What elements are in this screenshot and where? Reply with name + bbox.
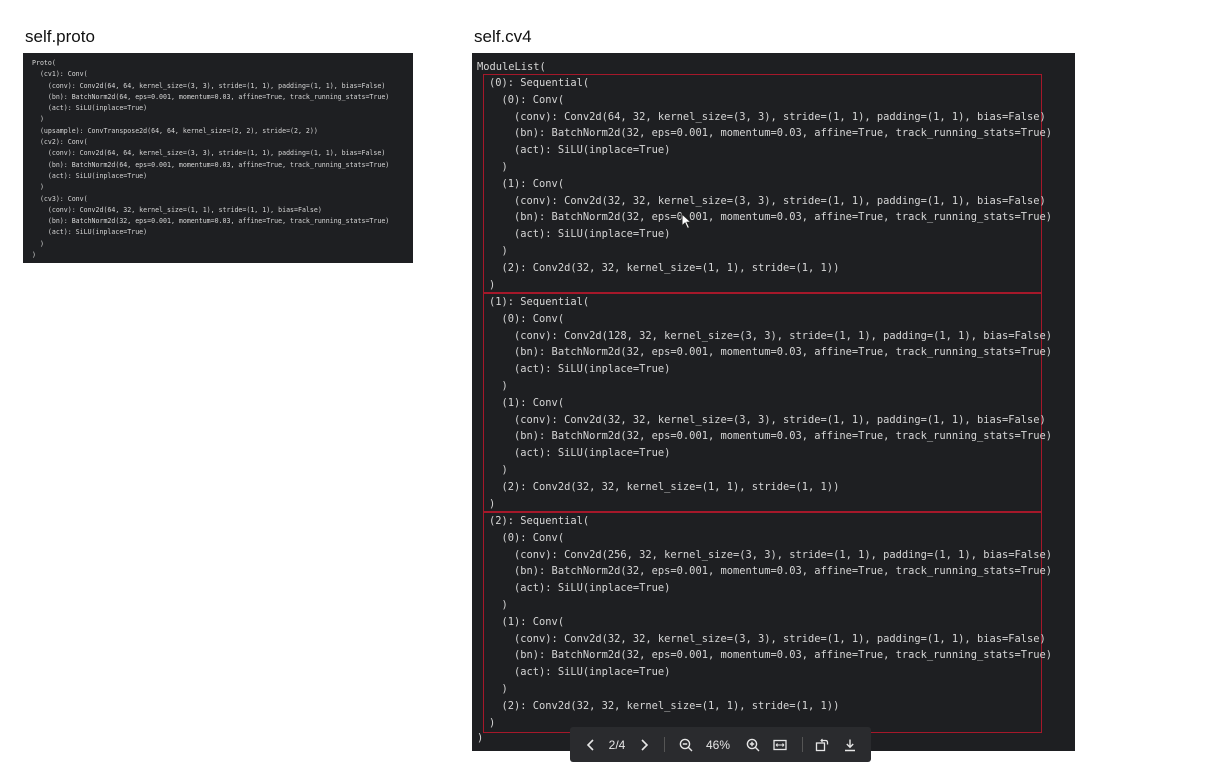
toolbar-divider bbox=[664, 737, 665, 752]
download-button[interactable] bbox=[840, 727, 860, 762]
page-indicator: 2/4 bbox=[608, 737, 626, 752]
download-icon bbox=[845, 739, 855, 751]
toolbar-divider bbox=[802, 737, 803, 752]
sequential-block-0-text: (0): Sequential( (0): Conv( (conv): Conv… bbox=[489, 77, 1053, 291]
rotate-button[interactable] bbox=[812, 727, 832, 762]
sequential-block-2: (2): Sequential( (0): Conv( (conv): Conv… bbox=[483, 512, 1052, 733]
zoom-out-button[interactable] bbox=[676, 727, 696, 762]
cv4-code-panel: ModuleList( (0): Sequential( (0): Conv( … bbox=[472, 53, 1075, 751]
fit-width-icon bbox=[773, 739, 787, 750]
zoom-out-icon bbox=[679, 738, 693, 751]
next-page-button[interactable] bbox=[635, 727, 653, 762]
viewer-toolbar: 2/4 46% bbox=[570, 727, 871, 762]
cv4-code-tail: ) bbox=[477, 732, 484, 744]
proto-code-text: Proto( (cv1): Conv( (conv): Conv2d(64, 6… bbox=[32, 59, 390, 260]
sequential-block-0: (0): Sequential( (0): Conv( (conv): Conv… bbox=[483, 74, 1052, 293]
zoom-in-button[interactable] bbox=[743, 727, 763, 762]
previous-page-button[interactable] bbox=[582, 727, 600, 762]
chevron-right-icon bbox=[641, 738, 649, 751]
proto-panel-title: self.proto bbox=[25, 27, 95, 46]
rotate-icon bbox=[815, 738, 829, 751]
zoom-level: 46% bbox=[705, 737, 731, 752]
chevron-left-icon bbox=[586, 738, 594, 751]
sequential-block-2-text: (2): Sequential( (0): Conv( (conv): Conv… bbox=[489, 515, 1053, 729]
sequential-block-1-text: (1): Sequential( (0): Conv( (conv): Conv… bbox=[489, 296, 1053, 510]
proto-code-panel: Proto( (cv1): Conv( (conv): Conv2d(64, 6… bbox=[23, 53, 413, 263]
sequential-block-1: (1): Sequential( (0): Conv( (conv): Conv… bbox=[483, 293, 1052, 512]
mouse-pointer-icon bbox=[681, 213, 693, 230]
fit-width-button[interactable] bbox=[770, 727, 790, 762]
cv4-panel-title: self.cv4 bbox=[474, 27, 532, 46]
zoom-in-icon bbox=[746, 738, 760, 751]
